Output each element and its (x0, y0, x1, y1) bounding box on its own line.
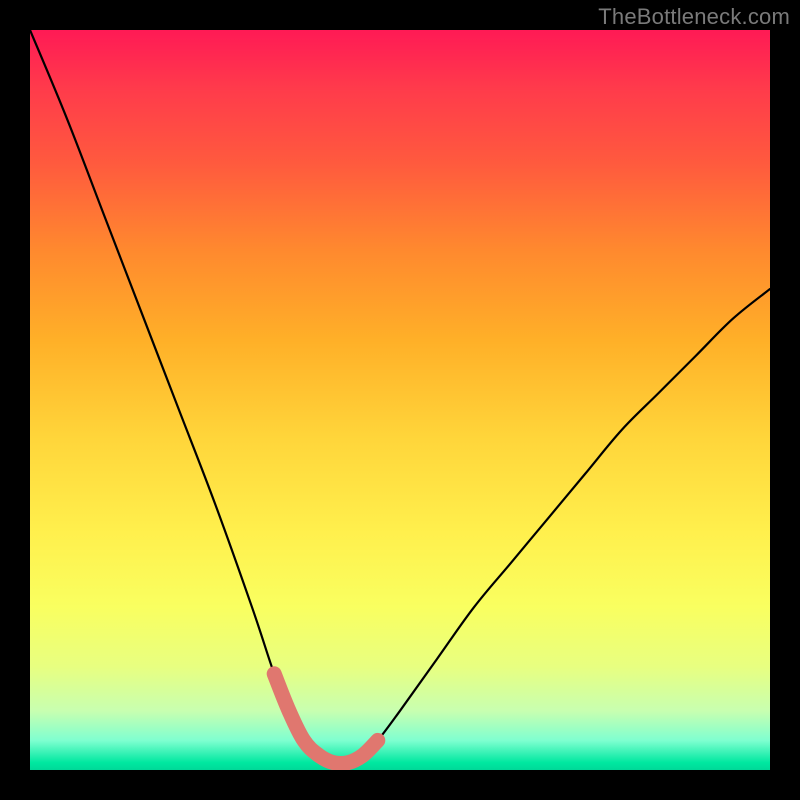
highlight-u (274, 674, 378, 764)
watermark-text: TheBottleneck.com (598, 4, 790, 30)
chart-frame: TheBottleneck.com (0, 0, 800, 800)
plot-area (30, 30, 770, 770)
chart-svg (30, 30, 770, 770)
bottleneck-curve (30, 30, 770, 764)
